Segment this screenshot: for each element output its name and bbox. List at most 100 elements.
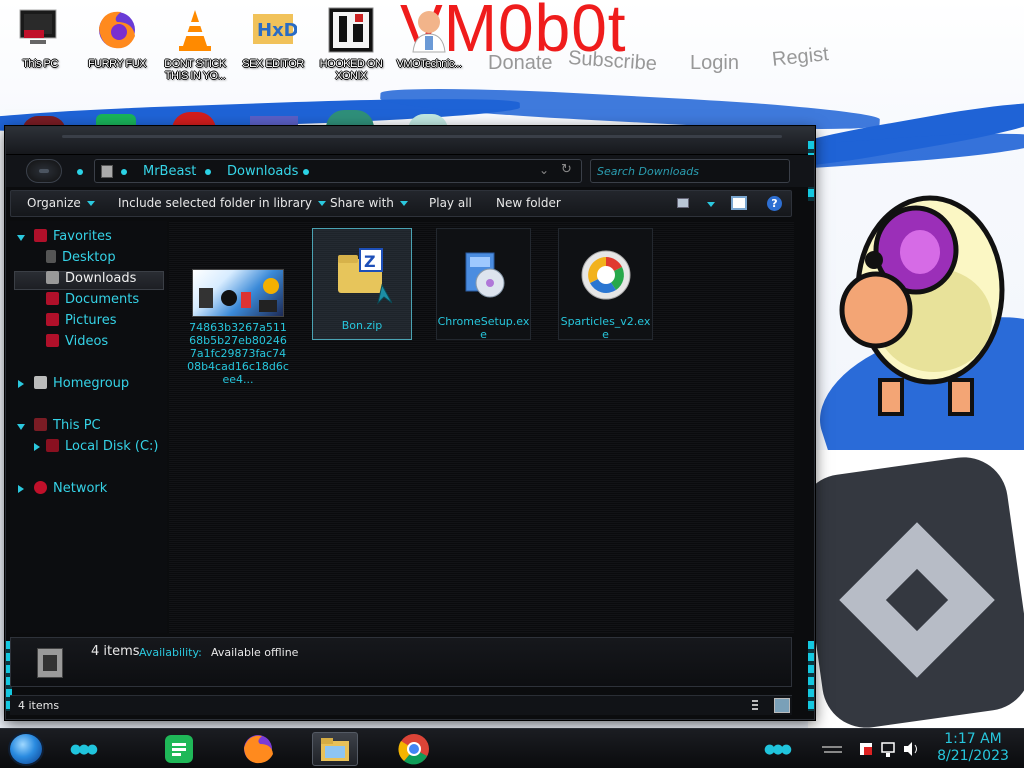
explorer-window[interactable]: MrBeast Downloads ⌄ ↻ Organize Include s… [5,126,815,720]
desktop-icon-furry-fux[interactable]: FURRY FUX [77,2,157,70]
view-options-dropdown-icon[interactable] [707,202,715,207]
command-bar: Organize Include selected folder in libr… [10,190,792,217]
nav-item-downloads[interactable]: Downloads [46,271,136,289]
wallpaper-word-subscribe: Subscribe [567,46,658,76]
downloads-icon [46,271,59,284]
breadcrumb-separator-icon[interactable] [205,169,211,175]
start-button[interactable] [8,732,44,766]
file-item[interactable]: 74863b3267a51168b5b27eb802467a1fc29873fa… [183,269,293,386]
desktop-icon-sex-editor[interactable]: HxD SEX EDITOR [233,2,313,70]
firefox-icon [93,6,141,54]
desktop-icon-dont-stick[interactable]: DONT STICK THIS IN YO... [155,2,235,82]
taskbar-firefox-icon[interactable] [236,732,282,766]
nav-item-pictures[interactable]: Pictures [46,313,116,331]
include-in-library-button[interactable]: Include selected folder in library [118,196,326,210]
taskbar: ●●● ●●● 1:17 AM 8/21/2023 [0,728,1024,768]
folder-details-icon [37,648,63,678]
nav-item-this-pc[interactable]: This PC [17,418,101,436]
organize-button[interactable]: Organize [27,196,95,210]
expand-arrow-icon[interactable] [18,485,24,493]
expand-arrow-icon[interactable] [34,443,40,451]
folder-location-icon [101,165,113,178]
preview-pane-icon[interactable] [731,196,747,210]
svg-text:Z: Z [364,252,376,271]
breadcrumb-downloads[interactable]: Downloads [227,164,298,179]
file-item-selected[interactable]: Z Bon.zip [312,228,412,340]
recent-locations-icon[interactable] [77,169,83,175]
wallpaper-word-donate: Donate [488,52,553,74]
play-all-button[interactable]: Play all [429,196,472,210]
details-pane: 4 items Availability: Available offline [10,637,792,687]
breadcrumb-mrbeast[interactable]: MrBeast [143,164,196,179]
refresh-icon[interactable]: ↻ [561,162,572,177]
tray-icons [822,742,917,757]
desktop-icon-vmotechnic[interactable]: VMOTechnic... [389,2,469,70]
zip-archive-icon: Z [332,245,393,305]
nav-item-local-disk[interactable]: Local Disk (C:) [34,439,159,457]
nav-item-homegroup[interactable]: Homegroup [18,376,130,394]
nav-item-network[interactable]: Network [18,481,108,499]
desktop-icon-this-pc[interactable]: This PC [0,2,80,70]
address-history-chevron-icon[interactable]: ⌄ [539,163,549,177]
pictures-label: Pictures [65,313,117,328]
breadcrumb-separator-icon[interactable] [121,169,127,175]
details-item-count: 4 items [91,644,140,659]
nav-item-documents[interactable]: Documents [46,292,139,310]
wallpaper-word-login: Login [690,52,739,74]
favorites-star-icon [34,229,47,242]
taskbar-chrome-icon[interactable] [392,732,438,766]
installer-cd-icon [456,247,512,303]
hard-disk-icon [46,439,59,452]
file-item[interactable]: Sparticles_v2.exe [558,228,653,341]
nav-item-favorites[interactable]: Favorites [17,229,112,247]
taskbar-file-explorer-icon[interactable] [312,732,358,766]
share-with-button[interactable]: Share with [330,196,408,210]
file-list[interactable]: 74863b3267a51168b5b27eb802467a1fc29873fa… [169,221,794,633]
large-icons-view-icon[interactable] [774,698,790,713]
network-label: Network [53,481,108,496]
documents-label: Documents [65,292,140,307]
local-disk-label: Local Disk (C:) [65,439,159,454]
expand-arrow-icon[interactable] [17,235,25,241]
address-bar[interactable]: MrBeast Downloads ⌄ ↻ [94,159,582,183]
svg-text:HxD: HxD [257,20,297,41]
volume-icon [904,742,917,756]
organize-label: Organize [27,196,81,210]
availability-value: Available offline [211,646,299,659]
expand-arrow-icon[interactable] [18,380,24,388]
breadcrumb-separator-icon[interactable] [303,169,309,175]
pictures-icon [46,313,59,326]
taskbar-sheets-app[interactable] [157,732,203,766]
taskbar-clock[interactable]: 1:17 AM 8/21/2023 [928,731,1018,765]
status-item-count: 4 items [18,699,60,712]
window-title-bar[interactable] [6,127,814,155]
downloads-label: Downloads [65,271,137,286]
availability-label: Availability: [139,646,202,659]
network-tray-icon [881,742,895,757]
search-input[interactable] [591,160,771,182]
nav-item-desktop[interactable]: Desktop [46,250,116,268]
search-box[interactable] [590,159,790,183]
file-name: ChromeSetup.exe [437,315,530,341]
help-icon[interactable]: ? [767,196,782,211]
expand-arrow-icon[interactable] [17,424,25,430]
system-tray [820,737,920,764]
doctor-avatar-icon [405,6,453,54]
file-name: Sparticles_v2.exe [560,315,651,341]
details-view-icon[interactable] [752,700,758,712]
change-view-icon[interactable] [677,198,689,208]
nav-item-videos[interactable]: Videos [46,334,108,352]
dropdown-arrow-icon [86,201,95,206]
new-folder-button[interactable]: New folder [496,196,561,210]
homegroup-label: Homegroup [53,376,130,391]
back-button[interactable] [26,159,62,183]
status-bar: 4 items [10,695,792,715]
vlc-cone-icon [171,6,219,54]
action-center-flag-icon [860,743,872,755]
xonix-game-icon [327,6,375,54]
sparticles-app-icon [578,247,634,303]
wallpaper-word-regist: Regist [770,43,830,71]
include-label: Include selected folder in library [118,196,312,210]
file-item[interactable]: ChromeSetup.exe [436,228,531,341]
desktop-icon-hooked-on-xonix[interactable]: HOOKED ON XONIX [311,2,391,82]
